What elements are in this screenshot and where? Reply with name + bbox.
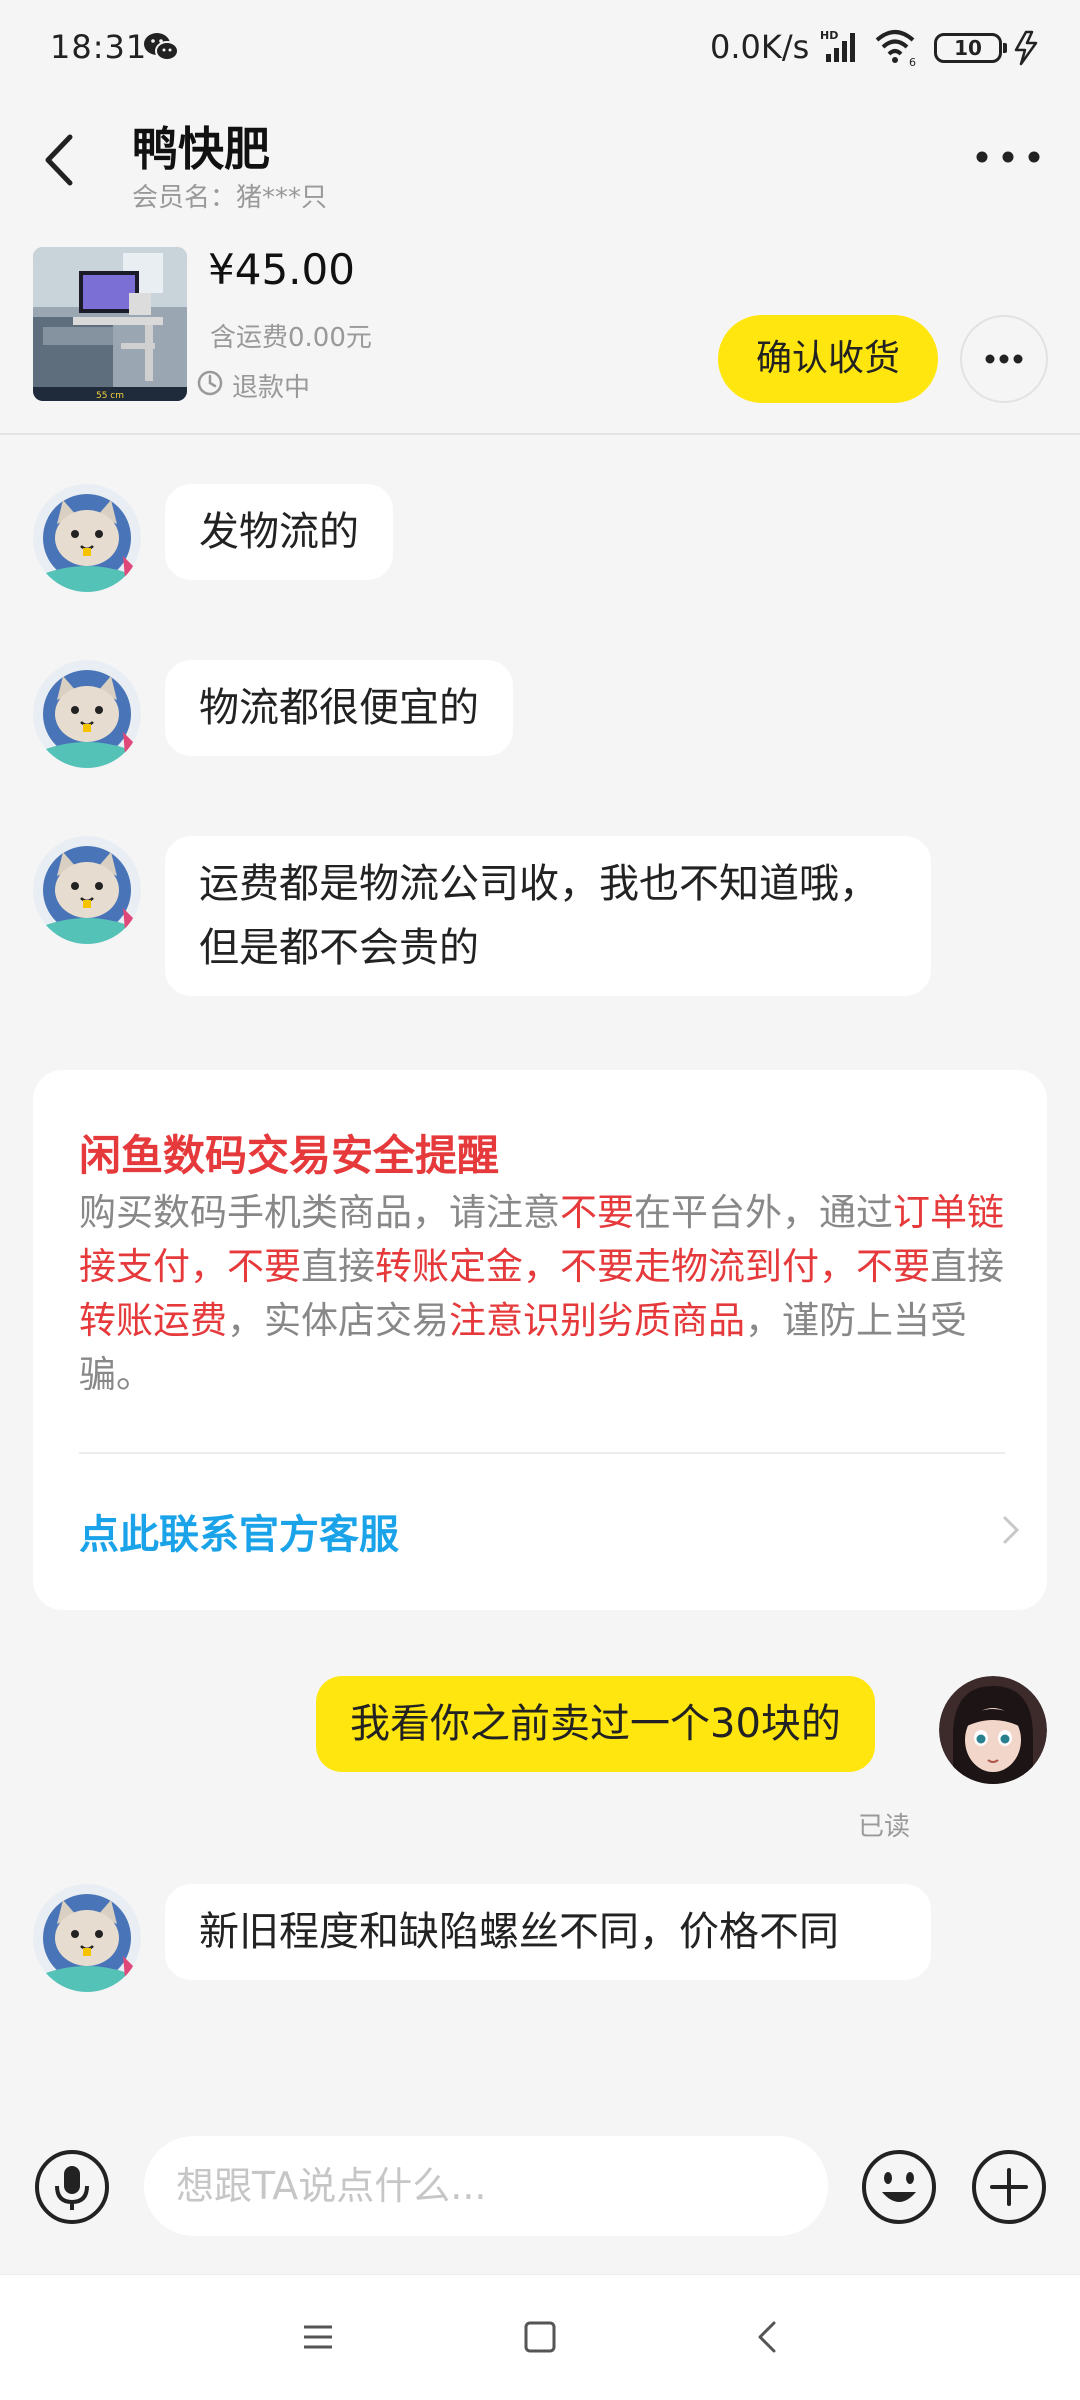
more-options-icon: [985, 354, 1023, 364]
wechat-icon: [144, 33, 179, 61]
read-receipt: 已读: [858, 1812, 911, 1842]
back-icon[interactable]: [30, 125, 90, 195]
message-text: 运费都是物流公司收，我也不知道哦，但是都不会贵的: [199, 861, 879, 971]
nav-back-icon[interactable]: [752, 2317, 782, 2357]
message-text: 物流都很便宜的: [199, 685, 479, 731]
wifi-icon: 6: [875, 30, 916, 68]
safety-text-segment: 在平台外，通过: [634, 1191, 893, 1234]
confirm-receipt-button[interactable]: 确认收货: [718, 315, 938, 403]
seller-avatar[interactable]: [33, 484, 141, 592]
chevron-right-icon[interactable]: [997, 1510, 1025, 1550]
member-name: 会员名：猪***只: [132, 183, 328, 213]
message-bubble: 发物流的: [165, 484, 393, 580]
safety-warning-highlight: 转账定金，不要走物流到付，不要: [375, 1245, 930, 1288]
clock-icon: [197, 370, 223, 396]
emoji-icon[interactable]: [860, 2148, 938, 2226]
message-bubble: 运费都是物流公司收，我也不知道哦，但是都不会贵的: [165, 836, 931, 996]
safety-warning-highlight: 不要: [560, 1191, 634, 1234]
seller-avatar[interactable]: [33, 660, 141, 768]
contact-support-link[interactable]: 点此联系官方客服: [79, 1502, 399, 1560]
battery-icon: 10: [934, 33, 1007, 63]
svg-text:55 cm: 55 cm: [96, 391, 124, 401]
message-text: 新旧程度和缺陷螺丝不同，价格不同: [199, 1909, 839, 1955]
message-input[interactable]: [144, 2136, 828, 2236]
safety-text-segment: 直接: [301, 1245, 375, 1288]
safety-text-segment: 直接: [930, 1245, 1004, 1288]
message-text: 发物流的: [199, 509, 359, 555]
order-status: 退款中: [197, 367, 311, 404]
more-options-icon[interactable]: [968, 137, 1048, 177]
safety-warning-highlight: 转账运费: [79, 1299, 227, 1342]
home-icon[interactable]: [522, 2319, 558, 2355]
product-more-button[interactable]: [960, 315, 1048, 403]
divider: [79, 1452, 1005, 1454]
status-bar: 18:31 0.0K/s HD 6 10: [0, 0, 1080, 95]
safety-text-segment: ，实体店交易: [227, 1299, 449, 1342]
safety-notice-card: 闲鱼数码交易安全提醒 购买数码手机类商品，请注意不要在平台外，通过订单链接支付，…: [33, 1070, 1047, 1610]
safety-notice-text: 购买数码手机类商品，请注意不要在平台外，通过订单链接支付，不要直接转账定金，不要…: [79, 1186, 1009, 1402]
my-avatar[interactable]: [939, 1676, 1047, 1784]
message-bubble: 物流都很便宜的: [165, 660, 513, 756]
product-price: ¥45.00: [208, 245, 355, 294]
svg-text:6: 6: [909, 56, 916, 68]
message-bubble: 新旧程度和缺陷螺丝不同，价格不同: [165, 1884, 931, 1980]
seller-avatar[interactable]: [33, 836, 141, 944]
input-bar: [0, 2108, 1080, 2274]
hd-signal-icon: HD: [820, 29, 855, 62]
safety-text-segment: 购买数码手机类商品，请注意: [79, 1191, 560, 1234]
message-bubble-self: 我看你之前卖过一个30块的: [316, 1676, 875, 1772]
product-thumbnail[interactable]: 55 cm: [33, 247, 187, 401]
chat-header: 鸭快肥 会员名：猪***只 55 cm ¥45.00 含运费0.00元 退款中 …: [0, 95, 1080, 435]
shipping-fee: 含运费0.00元: [210, 323, 372, 353]
svg-text:HD: HD: [820, 29, 838, 42]
contact-name: 鸭快肥: [132, 122, 270, 176]
seller-avatar[interactable]: [33, 1884, 141, 1992]
order-status-text: 退款中: [232, 373, 311, 403]
status-time: 18:31: [50, 28, 148, 66]
safety-warning-highlight: 注意识别劣质商品: [449, 1299, 745, 1342]
voice-input-icon[interactable]: [33, 2148, 111, 2226]
safety-notice-title: 闲鱼数码交易安全提醒: [79, 1131, 500, 1180]
menu-icon[interactable]: [300, 2319, 336, 2355]
message-text: 我看你之前卖过一个30块的: [350, 1701, 841, 1747]
plus-icon[interactable]: [970, 2148, 1048, 2226]
charging-icon: [1014, 30, 1038, 66]
network-speed: 0.0K/s: [710, 28, 810, 66]
system-nav-bar: [0, 2274, 1080, 2400]
